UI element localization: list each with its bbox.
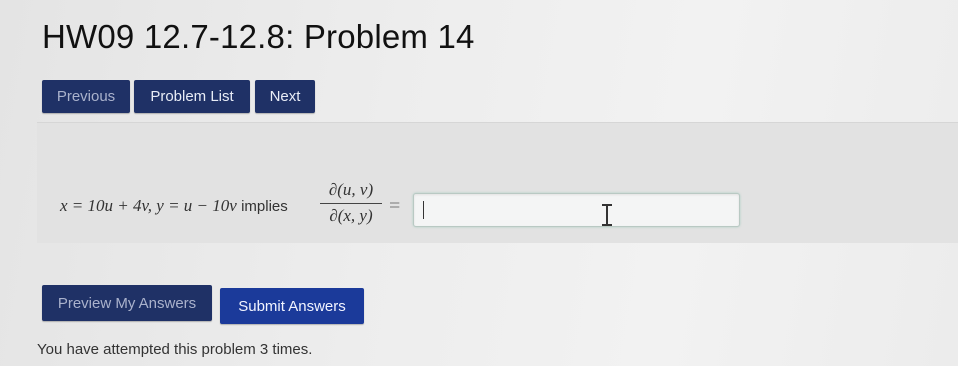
fraction-numerator: ∂(u, v) [328, 180, 374, 199]
fraction-denominator: ∂(x, y) [329, 206, 373, 225]
equation-lhs: x = 10u + 4v, y = u − 10v [60, 196, 237, 215]
jacobian-fraction: ∂(u, v) ∂(x, y) [320, 180, 382, 228]
fraction-bar [320, 203, 382, 204]
next-button[interactable]: Next [255, 80, 315, 113]
problem-list-button[interactable]: Problem List [134, 80, 250, 113]
answer-input[interactable] [413, 193, 740, 227]
problem-equation: x = 10u + 4v, y = u − 10v implies [60, 196, 288, 216]
ibeam-cursor-icon [602, 204, 612, 226]
submit-answers-button[interactable]: Submit Answers [220, 288, 364, 324]
equals-sign: = [389, 195, 401, 217]
text-caret [423, 201, 424, 219]
implies-text: implies [241, 198, 288, 215]
attempts-status-text: You have attempted this problem 3 times. [37, 341, 313, 358]
previous-button[interactable]: Previous [42, 80, 130, 113]
page-title: HW09 12.7-12.8: Problem 14 [42, 18, 475, 55]
preview-answers-button[interactable]: Preview My Answers [42, 285, 212, 321]
